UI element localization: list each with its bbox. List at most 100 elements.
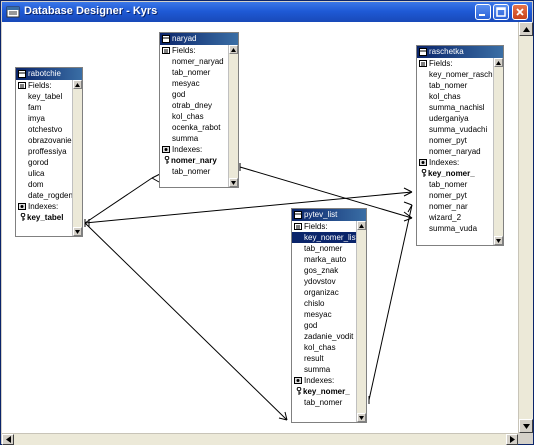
scroll-up-button[interactable] xyxy=(494,58,503,67)
scroll-up-button[interactable] xyxy=(357,221,366,230)
field-row[interactable]: gos_znak xyxy=(292,265,366,276)
table-scrollbar[interactable] xyxy=(72,80,82,236)
minimize-button[interactable] xyxy=(475,4,491,20)
field-row[interactable]: tab_nomer xyxy=(160,67,238,78)
table-naryad[interactable]: naryad Fields: nomer_naryad tab_nomer me… xyxy=(159,32,239,188)
field-row[interactable]: nomer_naryad xyxy=(417,146,503,157)
index-row[interactable]: nomer_nary xyxy=(160,155,238,166)
index-row[interactable]: tab_nomer xyxy=(292,397,366,408)
table-body: Fields: nomer_naryad tab_nomer mesyac go… xyxy=(160,45,238,187)
field-row-selected[interactable]: key_nomer_lista xyxy=(292,232,366,243)
key-icon xyxy=(164,156,170,164)
index-row[interactable]: summa_vuda xyxy=(417,223,503,234)
scroll-down-button[interactable] xyxy=(519,419,533,433)
scroll-down-button[interactable] xyxy=(494,236,503,245)
maximize-button[interactable] xyxy=(493,4,509,20)
field-row[interactable]: mesyac xyxy=(160,78,238,89)
scroll-up-button[interactable] xyxy=(519,22,533,36)
field-row[interactable]: summa_vudachi xyxy=(417,124,503,135)
field-row[interactable]: otrab_dney xyxy=(160,100,238,111)
field-row[interactable]: god xyxy=(292,320,366,331)
scroll-down-button[interactable] xyxy=(229,178,238,187)
field-row[interactable]: organizac xyxy=(292,287,366,298)
field-row[interactable]: mesyac xyxy=(292,309,366,320)
designer-window: Database Designer - Kyrs rabotchie Field… xyxy=(0,0,534,445)
maximize-icon xyxy=(496,7,506,17)
index-row[interactable]: nomer_nar xyxy=(417,201,503,212)
arrow-up-icon xyxy=(496,60,501,65)
field-row[interactable]: god xyxy=(160,89,238,100)
field-row[interactable]: kol_chas xyxy=(160,111,238,122)
close-icon xyxy=(516,8,524,16)
table-icon xyxy=(294,211,302,219)
indexes-icon xyxy=(162,146,170,153)
table-header[interactable]: pytev_list xyxy=(292,209,366,221)
close-button[interactable] xyxy=(512,4,528,20)
horizontal-scrollbar[interactable] xyxy=(2,433,518,445)
title-bar[interactable]: Database Designer - Kyrs xyxy=(2,2,532,22)
scroll-up-button[interactable] xyxy=(73,80,82,89)
arrow-down-icon xyxy=(496,238,501,243)
table-header[interactable]: raschetka xyxy=(417,46,503,58)
field-row[interactable]: kol_chas xyxy=(292,342,366,353)
field-row[interactable]: tab_nomer xyxy=(292,243,366,254)
table-scrollbar[interactable] xyxy=(356,221,366,422)
fields-icon xyxy=(294,223,302,230)
table-header[interactable]: rabotchie xyxy=(16,68,82,80)
table-title: pytev_list xyxy=(304,210,338,219)
table-icon xyxy=(162,35,170,43)
field-row[interactable]: uderganiya xyxy=(417,113,503,124)
fields-heading: Fields: xyxy=(160,45,238,56)
arrow-up-icon xyxy=(359,223,364,228)
scroll-down-button[interactable] xyxy=(73,227,82,236)
indexes-heading: Indexes: xyxy=(160,144,238,155)
arrow-right-icon xyxy=(509,436,515,443)
scroll-right-button[interactable] xyxy=(506,434,518,445)
fields-heading: Fields: xyxy=(292,221,366,232)
field-row[interactable]: summa xyxy=(292,364,366,375)
vertical-scrollbar[interactable] xyxy=(518,22,533,433)
scroll-up-button[interactable] xyxy=(229,45,238,54)
index-row[interactable]: key_nomer_ xyxy=(292,386,366,397)
table-rabotchie[interactable]: rabotchie Fields: key_tabel fam imya otc… xyxy=(15,67,83,237)
field-row[interactable]: kol_chas xyxy=(417,91,503,102)
field-row[interactable]: chislo xyxy=(292,298,366,309)
table-header[interactable]: naryad xyxy=(160,33,238,45)
index-row[interactable]: nomer_pyt xyxy=(417,190,503,201)
field-row[interactable]: ocenka_rabot xyxy=(160,122,238,133)
field-row[interactable]: ydovstov xyxy=(292,276,366,287)
field-row[interactable]: result xyxy=(292,353,366,364)
table-pytev-list[interactable]: pytev_list Fields: key_nomer_lista tab_n… xyxy=(291,208,367,423)
index-row[interactable]: key_nomer_ xyxy=(417,168,503,179)
index-row[interactable]: tab_nomer xyxy=(160,166,238,177)
index-row[interactable]: wizard_2 xyxy=(417,212,503,223)
field-row[interactable]: tab_nomer xyxy=(417,80,503,91)
indexes-icon xyxy=(18,203,26,210)
indexes-heading: Indexes: xyxy=(292,375,366,386)
indexes-icon xyxy=(294,377,302,384)
table-title: raschetka xyxy=(429,47,464,56)
relation-pytev-raschetka xyxy=(368,204,413,401)
scroll-left-button[interactable] xyxy=(2,434,14,445)
arrow-down-icon xyxy=(231,180,236,185)
fields-heading: Fields: xyxy=(417,58,503,69)
diagram-canvas[interactable]: rabotchie Fields: key_tabel fam imya otc… xyxy=(2,22,518,433)
key-icon xyxy=(296,387,302,395)
field-row[interactable]: nomer_naryad xyxy=(160,56,238,67)
field-row[interactable]: zadanie_vodit xyxy=(292,331,366,342)
field-row[interactable]: marka_auto xyxy=(292,254,366,265)
field-row[interactable]: key_nomer_raschet xyxy=(417,69,503,80)
table-scrollbar[interactable] xyxy=(493,58,503,245)
field-row[interactable]: nomer_pyt xyxy=(417,135,503,146)
arrow-down-icon xyxy=(522,423,530,429)
table-title: rabotchie xyxy=(28,69,61,78)
table-scrollbar[interactable] xyxy=(228,45,238,187)
table-raschetka[interactable]: raschetka Fields: key_nomer_raschet tab_… xyxy=(416,45,504,246)
table-body: Fields: key_tabel fam imya otchestvo obr… xyxy=(16,80,82,236)
field-row[interactable]: summa xyxy=(160,133,238,144)
index-row[interactable]: tab_nomer xyxy=(417,179,503,190)
key-icon xyxy=(20,213,26,221)
arrow-left-icon xyxy=(5,436,11,443)
field-row[interactable]: summa_nachisl xyxy=(417,102,503,113)
scroll-down-button[interactable] xyxy=(357,413,366,422)
